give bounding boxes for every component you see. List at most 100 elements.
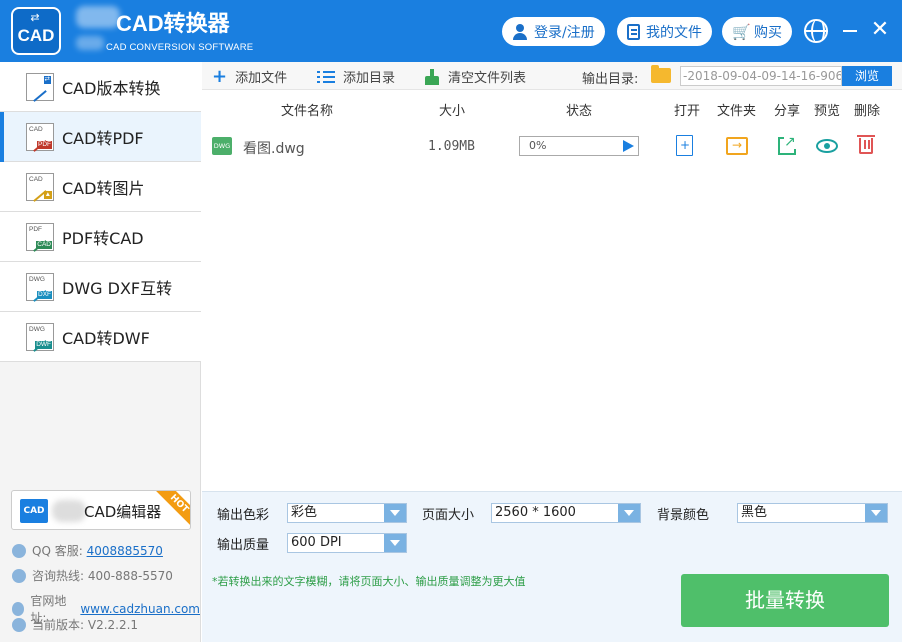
sidebar-item-label: CAD转PDF <box>62 128 144 148</box>
output-color-label: 输出色彩 <box>217 508 270 523</box>
sidebar-item-cad-to-dwf[interactable]: DWG DWF CAD转DWF <box>0 312 201 362</box>
cad-editor-promo[interactable]: CAD CAD编辑器 HOT <box>11 490 191 530</box>
share-icon[interactable] <box>778 135 796 155</box>
dwg-dxf-icon: DWG DXF <box>26 273 54 302</box>
col-status: 状态 <box>566 104 593 119</box>
app-logo: ⇄ CAD <box>11 7 61 55</box>
qq-icon <box>12 543 26 558</box>
output-quality-label: 输出质量 <box>217 538 270 553</box>
clear-list-button[interactable]: 清空文件列表 <box>424 67 526 86</box>
cad-to-dwf-icon: DWG DWF <box>26 323 54 352</box>
website-link[interactable]: www.cadzhuan.com <box>80 602 200 616</box>
layers-icon <box>12 617 26 632</box>
open-file-icon[interactable] <box>676 135 693 156</box>
file-size: 1.09MB <box>428 139 475 154</box>
sidebar-item-label: CAD转DWF <box>62 328 150 348</box>
cad-to-image-icon: CAD ▲ <box>26 173 54 202</box>
qq-label: QQ 客服: <box>32 544 83 558</box>
table-row[interactable]: DWG 看图.dwg 1.09MB 0% <box>202 129 902 163</box>
cart-icon: 🛒 <box>732 22 751 41</box>
plus-icon: + <box>212 65 228 87</box>
settings-panel: 输出色彩 彩色 页面大小 2560 * 1600 背景颜色 黑色 输出质量 60… <box>202 491 902 642</box>
cad-version-icon: ⇄ <box>26 73 54 102</box>
open-folder-icon[interactable] <box>726 137 748 155</box>
convert-arrows-icon: ⇄ <box>30 11 42 24</box>
sidebar-item-label: DWG DXF互转 <box>62 278 173 298</box>
output-dir-field[interactable]: -2018-09-04-09-14-16-906 <box>680 66 842 86</box>
col-share: 分享 <box>774 104 801 119</box>
title-bar: ⇄ CAD CAD转换器 CAD CONVERSION SOFTWARE 登录/… <box>0 0 902 62</box>
col-delete: 删除 <box>854 104 881 119</box>
sidebar-item-cad-version[interactable]: ⇄ CAD版本转换 <box>0 62 201 112</box>
blurred-brand-name <box>76 6 120 28</box>
sidebar-item-dwg-dxf[interactable]: DWG DXF DWG DXF互转 <box>0 262 201 312</box>
browser-icon <box>12 602 25 616</box>
app-title: CAD转换器 <box>116 11 230 36</box>
output-dir-label: 输出目录: <box>582 72 639 87</box>
file-name: 看图.dwg <box>243 141 305 157</box>
version-label: 当前版本: <box>32 618 85 632</box>
qq-link[interactable]: 4008885570 <box>87 544 163 558</box>
version-value: V2.2.2.1 <box>87 617 139 632</box>
my-files-button[interactable]: 我的文件 <box>617 17 712 46</box>
cad-editor-label: CAD编辑器 <box>84 503 162 521</box>
play-icon[interactable] <box>623 140 634 152</box>
output-quality-select[interactable]: 600 DPI <box>287 533 407 553</box>
add-file-label: 添加文件 <box>235 71 288 86</box>
page-size-label: 页面大小 <box>422 508 475 523</box>
hotline-row: 咨询热线: 400-888-5570 <box>12 567 173 584</box>
app-subtitle: CAD CONVERSION SOFTWARE <box>106 42 254 53</box>
sidebar-item-cad-to-pdf[interactable]: CAD PDF CAD转PDF <box>0 112 201 162</box>
list-icon <box>317 70 335 84</box>
hint-note: *若转换出来的文字模糊，请将页面大小、输出质量调整为更大值 <box>212 575 526 588</box>
bg-color-label: 背景颜色 <box>657 508 710 523</box>
folder-icon[interactable] <box>651 65 671 83</box>
add-directory-label: 添加目录 <box>343 71 396 86</box>
chevron-down-icon <box>865 504 887 522</box>
sidebar-item-pdf-to-cad[interactable]: PDF CAD PDF转CAD <box>0 212 201 262</box>
pdf-to-cad-icon: PDF CAD <box>26 223 54 252</box>
col-folder: 文件夹 <box>717 104 757 119</box>
add-directory-button[interactable]: 添加目录 <box>317 67 395 86</box>
globe-icon[interactable] <box>804 19 828 43</box>
sidebar-item-label: CAD转图片 <box>62 178 145 198</box>
sidebar-item-cad-to-image[interactable]: CAD ▲ CAD转图片 <box>0 162 201 212</box>
col-size: 大小 <box>439 104 466 119</box>
headset-icon <box>12 568 26 583</box>
file-table-header: 文件名称 大小 状态 打开 文件夹 分享 预览 删除 <box>202 95 902 121</box>
col-file-name: 文件名称 <box>281 104 334 119</box>
my-files-label: 我的文件 <box>646 24 702 41</box>
buy-button[interactable]: 🛒 购买 <box>722 17 792 46</box>
output-quality-value: 600 DPI <box>291 535 342 550</box>
logo-text: CAD <box>17 26 55 45</box>
col-preview: 预览 <box>814 104 841 119</box>
buy-label: 购买 <box>754 24 782 41</box>
browse-button[interactable]: 浏览 <box>842 66 892 86</box>
bg-color-value: 黑色 <box>741 505 768 520</box>
minimize-icon[interactable] <box>843 30 857 32</box>
user-icon <box>512 23 528 40</box>
sidebar: ⇄ CAD版本转换 CAD PDF CAD转PDF CAD ▲ CAD转图片 P… <box>0 62 201 642</box>
chevron-down-icon <box>384 504 406 522</box>
document-icon <box>627 23 640 40</box>
output-color-select[interactable]: 彩色 <box>287 503 407 523</box>
preview-eye-icon[interactable] <box>816 139 838 153</box>
sidebar-item-label: CAD版本转换 <box>62 78 161 98</box>
page-size-value: 2560 * 1600 <box>495 505 576 520</box>
progress-bar: 0% <box>519 136 639 156</box>
dwg-file-icon: DWG <box>212 137 232 155</box>
blurred-brand-name <box>52 500 86 522</box>
bg-color-select[interactable]: 黑色 <box>737 503 888 523</box>
output-color-value: 彩色 <box>291 505 318 520</box>
login-button[interactable]: 登录/注册 <box>502 17 605 46</box>
trash-icon[interactable] <box>857 135 875 154</box>
close-icon[interactable]: ✕ <box>869 16 891 44</box>
chevron-down-icon <box>618 504 640 522</box>
toolbar: + 添加文件 添加目录 清空文件列表 输出目录: -2018-09-04-09-… <box>202 62 902 90</box>
version-row: 当前版本: V2.2.2.1 <box>12 616 138 633</box>
batch-convert-button[interactable]: 批量转换 <box>681 574 889 627</box>
hotline-value: 400-888-5570 <box>87 568 173 583</box>
add-file-button[interactable]: + 添加文件 <box>212 67 287 86</box>
page-size-select[interactable]: 2560 * 1600 <box>491 503 641 523</box>
blurred-brand-subtitle <box>76 36 104 50</box>
